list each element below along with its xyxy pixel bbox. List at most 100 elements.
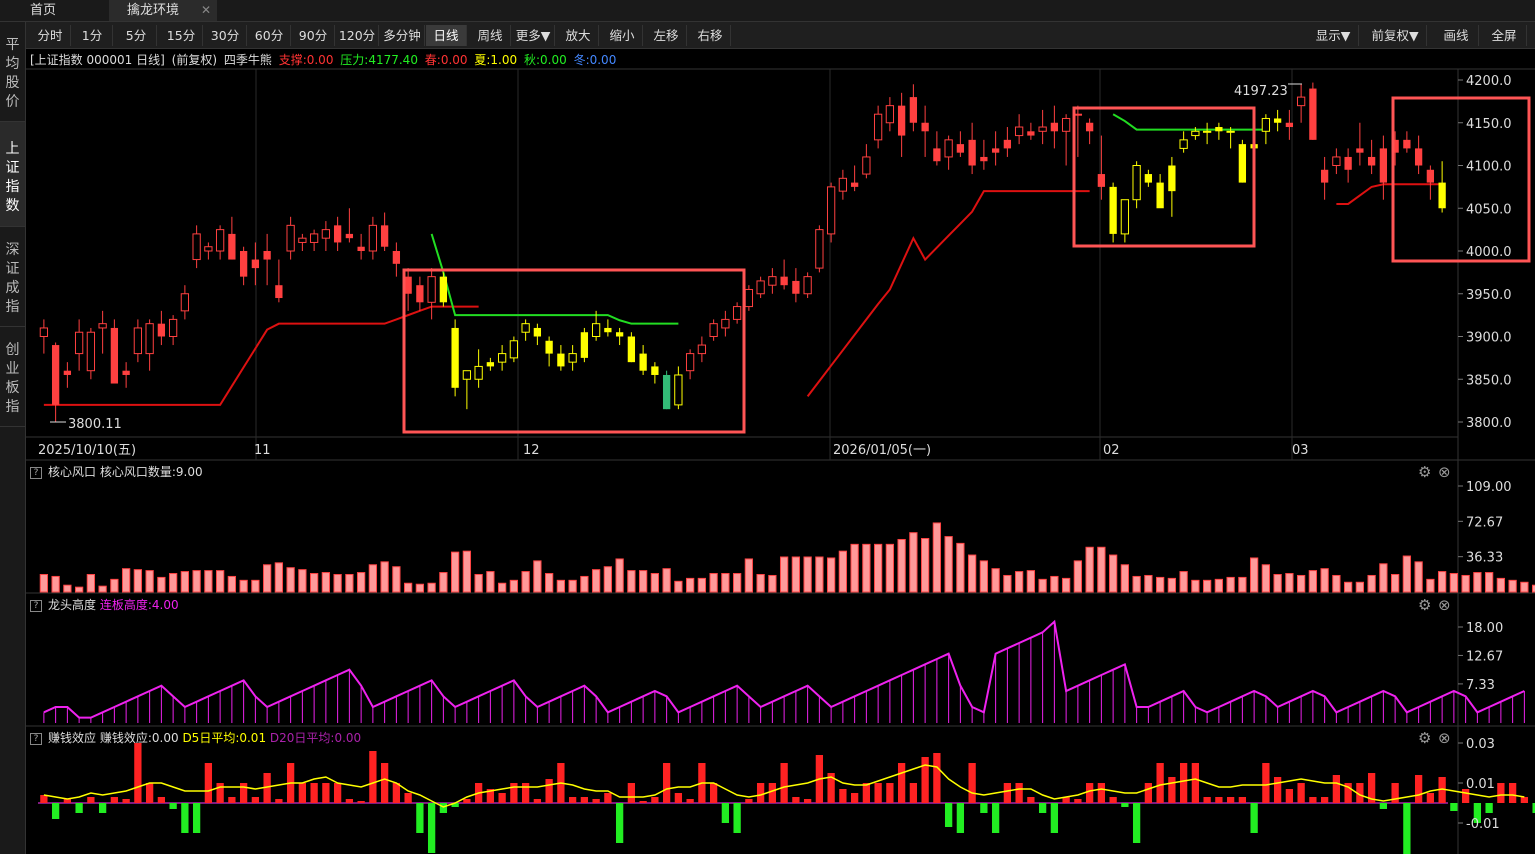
chart-canvas[interactable]: 4197.23 3800.11 4200.0 4150.0 4100.0 4050.0 4… [0, 0, 1535, 854]
panel1-bar [86, 573, 96, 593]
panel3-bar [756, 783, 765, 803]
panel3-bar [181, 803, 189, 833]
panel3-bar [944, 803, 953, 827]
close-icon[interactable]: ⊗ [1438, 596, 1451, 614]
candle-body [744, 288, 754, 308]
support-line [43, 305, 479, 406]
panel3-tick-label: -0.01 [1466, 817, 1500, 832]
candle-body [1168, 165, 1176, 192]
price-tick-label: 3850.0 [1466, 373, 1512, 388]
panel3-bar [956, 803, 965, 833]
gear-icon[interactable]: ⚙ [1418, 596, 1431, 614]
price-tick-label: 3950.0 [1466, 288, 1512, 303]
candle-body [1109, 186, 1117, 234]
panel3-bar [768, 783, 777, 803]
candle-body [98, 323, 107, 329]
panel1-bar [1473, 572, 1482, 593]
gear-icon[interactable]: ⚙ [1418, 463, 1431, 481]
candle-body [768, 276, 777, 286]
panel1-bar [768, 574, 777, 593]
candle-body [674, 374, 683, 406]
panel3-bar [780, 763, 788, 803]
panel3-bar [87, 797, 95, 803]
candle-body [533, 327, 542, 337]
panel3-bar [404, 793, 412, 803]
candle-body [709, 323, 718, 337]
panel3-bar [874, 783, 882, 803]
panel1-bar [1520, 581, 1529, 593]
candle-body [1191, 130, 1200, 137]
panel1-bar [1249, 557, 1259, 593]
candle-body [815, 229, 824, 269]
panel3-bar [439, 803, 448, 813]
date-tick-label: 2026/01/05(一) [833, 443, 931, 458]
panel1-bar [638, 570, 648, 593]
panel3-bar [75, 803, 83, 813]
panel1-bar [239, 579, 248, 593]
panel3-bar [310, 783, 318, 803]
panel3-bar [169, 803, 177, 809]
candle-body [933, 148, 941, 162]
candle-body [333, 225, 342, 243]
panel3-bar [568, 797, 577, 803]
panel1-bar [509, 579, 519, 593]
candle-body [357, 246, 365, 251]
candle-body [263, 251, 271, 260]
panel1-bar [157, 576, 166, 593]
panel1-bar [333, 573, 342, 593]
candle-body [1403, 139, 1411, 149]
panel1-bar [180, 571, 190, 593]
panel3-bar [51, 803, 60, 819]
candle-body [557, 353, 565, 367]
panel1-bar [1003, 574, 1012, 593]
panel3-bar [1132, 803, 1141, 843]
panel1-bar [932, 522, 942, 593]
panel1-bar [1120, 564, 1130, 593]
panel1-bar [544, 573, 554, 593]
panel1-bar [1390, 573, 1400, 593]
panel2-tick-label: 18.00 [1466, 621, 1503, 636]
candle-body [568, 353, 577, 363]
candle-body [275, 285, 283, 299]
candle-body [1061, 117, 1071, 132]
panel1-bar [1261, 564, 1271, 593]
panel1-bar [685, 577, 695, 593]
panel1-bar [168, 573, 178, 593]
panel3-bar [122, 799, 130, 803]
panel1-bar [709, 573, 718, 593]
panel3-bar [1320, 797, 1329, 803]
candle-body [627, 336, 636, 363]
candle-body [1344, 156, 1352, 170]
panel1-bar [427, 582, 436, 593]
gear-icon[interactable]: ⚙ [1418, 729, 1431, 747]
panel3-bar [580, 797, 589, 803]
candle-body [1309, 88, 1317, 140]
panel1-bar [791, 556, 801, 593]
panel1-bar [1296, 574, 1306, 593]
candle-body [1144, 174, 1153, 183]
panel1-bar [944, 536, 953, 593]
close-icon[interactable]: ⊗ [1438, 463, 1451, 481]
panel1-bar [779, 556, 789, 593]
panel1-bar [145, 570, 154, 593]
panel1-bar [956, 542, 965, 593]
panel1-bar [732, 573, 742, 593]
panel3-bar [1121, 803, 1129, 807]
price-tick-label: 3800.0 [1466, 416, 1512, 431]
candle-body [521, 323, 530, 333]
panel1-bar [756, 573, 765, 593]
panel1-bar [121, 568, 131, 593]
panel1-bar [1343, 581, 1353, 593]
candle-body [251, 259, 260, 269]
panel1-bar [215, 570, 225, 593]
panel3-bar [1179, 763, 1188, 803]
panel3-bar [392, 783, 401, 803]
candle-body [509, 340, 519, 359]
candle-body [944, 139, 953, 158]
close-icon[interactable]: ⊗ [1438, 729, 1451, 747]
candle-body [909, 97, 918, 123]
panel3-bar [909, 783, 918, 803]
panel3-bar [1109, 797, 1117, 803]
panel3-bar [1485, 803, 1493, 813]
candle-body [980, 156, 988, 162]
